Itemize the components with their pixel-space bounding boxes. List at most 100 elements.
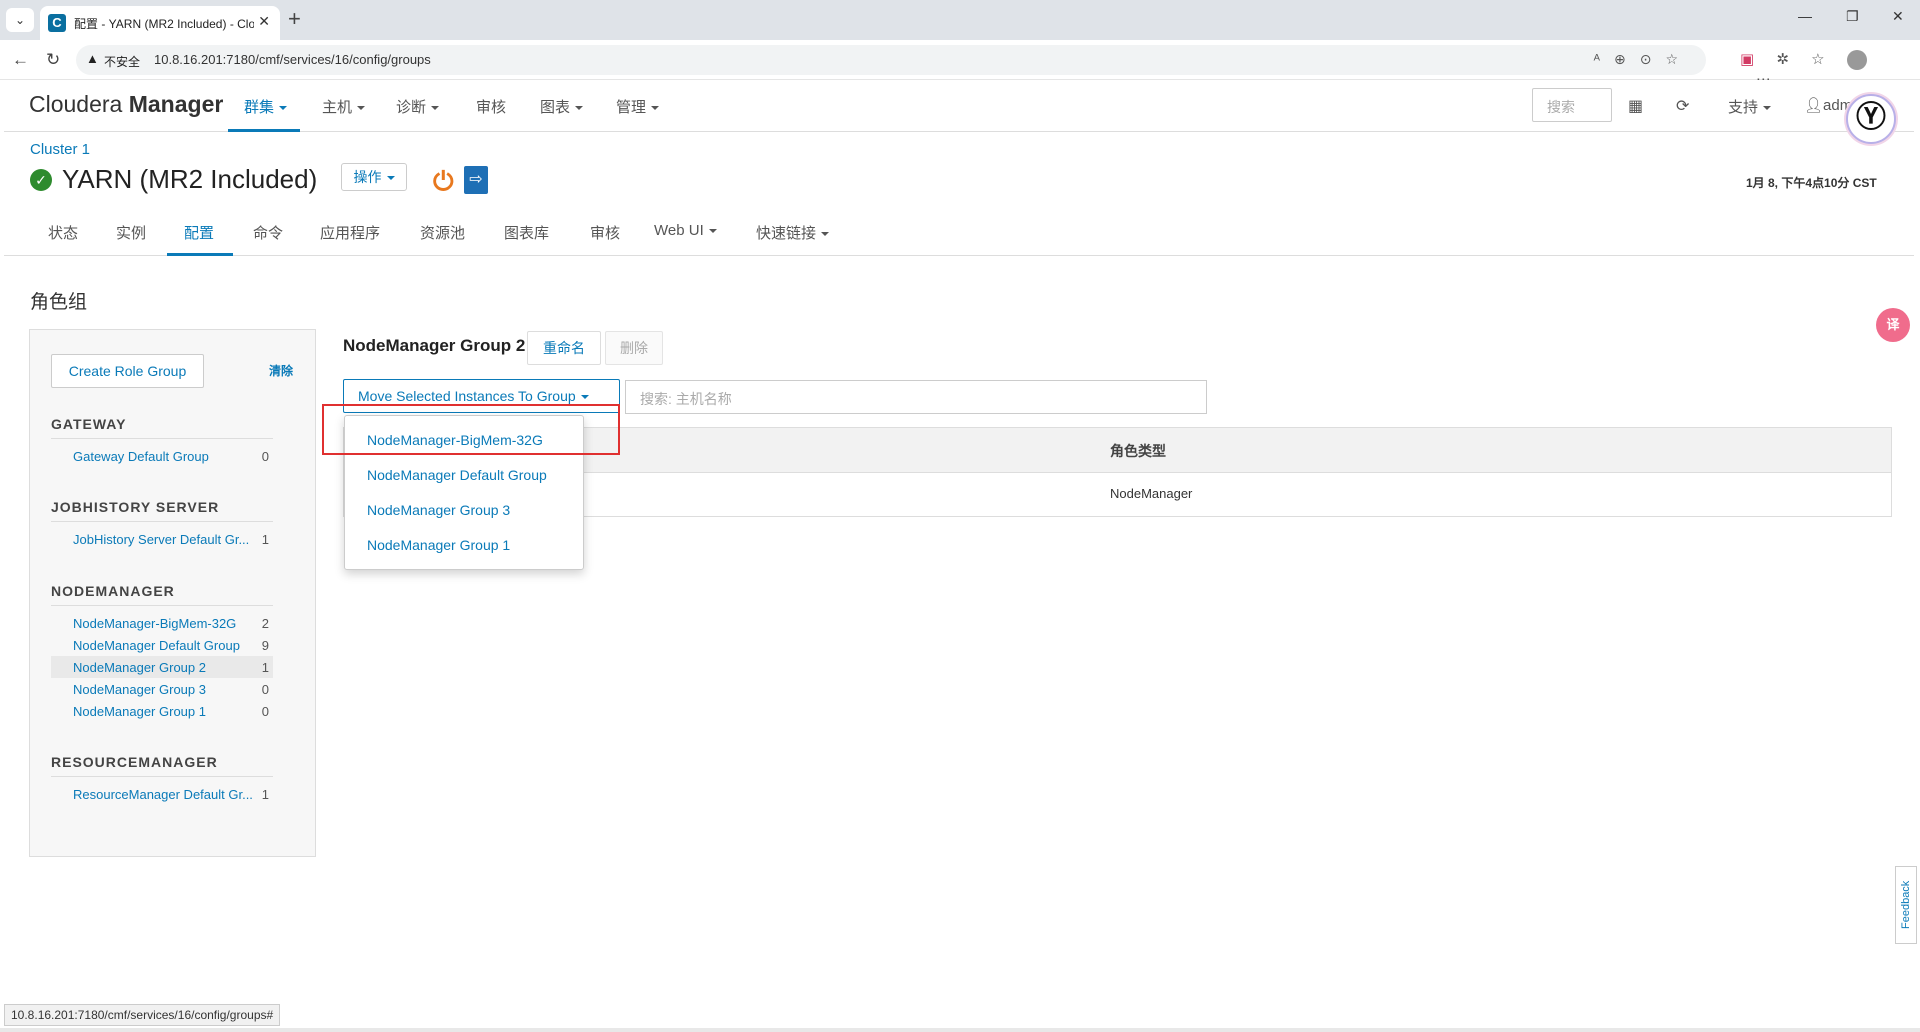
browser-tab-bar: ⌄ C 配置 - YARN (MR2 Included) - Clou ✕ + … [0, 0, 1920, 40]
timestamp[interactable]: 1月 8, 下午4点10分 CST [1746, 174, 1877, 191]
section-resourcemanager: RESOURCEMANAGER ResourceManager Default … [51, 754, 273, 805]
browser-tab-active[interactable]: C 配置 - YARN (MR2 Included) - Clou ✕ [40, 6, 280, 40]
favorites-icon[interactable]: ☆ [1811, 51, 1824, 68]
selected-group-title: NodeManager Group 2 [343, 336, 526, 355]
role-group-item[interactable]: NodeManager Default Group 9 [51, 634, 273, 656]
host-search-input[interactable]: 搜索: 主机名称 [625, 380, 1207, 414]
assistant-bubble-icon[interactable]: Ⓨ [1846, 94, 1896, 144]
translate-extension-icon[interactable]: ▣ [1740, 51, 1754, 68]
section-title: GATEWAY [51, 416, 273, 439]
role-group-item[interactable]: Gateway Default Group 0 [51, 445, 273, 467]
rename-button[interactable]: 重命名 [527, 331, 601, 365]
url-text[interactable]: 10.8.16.201:7180/cmf/services/16/config/… [154, 52, 431, 67]
caret-down-icon [821, 232, 830, 237]
section-jobhistory: JOBHISTORY SERVER JobHistory Server Defa… [51, 499, 273, 550]
warning-icon: ▲ [86, 51, 99, 66]
back-icon[interactable]: ← [12, 50, 29, 70]
role-group-item[interactable]: ResourceManager Default Gr... 1 [51, 783, 273, 805]
caret-down-icon [279, 106, 288, 111]
clear-link[interactable]: 清除 [269, 362, 293, 379]
status-ok-icon: ✓ [30, 169, 52, 191]
minimize-icon[interactable]: — [1798, 8, 1812, 24]
page-title: YARN (MR2 Included) [62, 164, 318, 194]
service-tabs: 状态 实例 配置 命令 应用程序 资源池 图表库 审核 Web UI 快速链接 [4, 210, 1914, 256]
tab-instances[interactable]: 实例 [116, 222, 146, 243]
caret-down-icon [651, 106, 660, 111]
section-title: RESOURCEMANAGER [51, 754, 273, 777]
reload-icon[interactable]: ↻ [46, 50, 60, 70]
dropdown-option[interactable]: NodeManager Group 3 [367, 502, 510, 518]
tab-active-indicator [167, 253, 233, 256]
omnibox[interactable]: ▲ 不安全 10.8.16.201:7180/cmf/services/16/c… [76, 45, 1706, 75]
dropdown-option[interactable]: NodeManager Group 1 [367, 537, 510, 553]
role-group-item[interactable]: NodeManager Group 3 0 [51, 678, 273, 700]
support-menu[interactable]: 支持 [1728, 96, 1772, 117]
profile-avatar[interactable] [1846, 50, 1867, 71]
section-gateway: GATEWAY Gateway Default Group 0 [51, 416, 273, 467]
power-icon[interactable]: ⏻ [433, 166, 454, 198]
actions-button[interactable]: 操作 [341, 163, 407, 191]
caret-down-icon [1763, 106, 1772, 111]
parcel-icon[interactable]: ▦ [1628, 96, 1643, 116]
section-title: JOBHISTORY SERVER [51, 499, 273, 522]
tab-commands[interactable]: 命令 [253, 222, 283, 243]
app-header: Cloudera Manager 群集 主机 诊断 审核 图表 管理 搜索 ▦ … [4, 80, 1914, 144]
tab-web-ui[interactable]: Web UI [654, 222, 717, 239]
tab-resource-pools[interactable]: 资源池 [420, 222, 465, 243]
cloudera-favicon-icon: C [48, 14, 66, 32]
dropdown-option[interactable]: NodeManager Default Group [367, 467, 547, 483]
tab-status[interactable]: 状态 [48, 222, 78, 243]
nav-charts[interactable]: 图表 [540, 96, 584, 117]
column-header-role-type[interactable]: 角色类型 [1110, 441, 1166, 461]
role-groups-panel: Create Role Group 清除 GATEWAY Gateway Def… [29, 329, 316, 857]
section-title: NODEMANAGER [51, 583, 273, 606]
translate-float-icon[interactable]: 译 [1876, 308, 1910, 342]
tab-audits[interactable]: 审核 [590, 222, 620, 243]
caret-down-icon [580, 395, 589, 400]
insecure-label: 不安全 [104, 55, 141, 69]
extensions-icon[interactable]: ✲ [1776, 51, 1789, 68]
caret-down-icon [357, 106, 366, 111]
global-search-input[interactable]: 搜索 [1532, 88, 1612, 122]
caret-down-icon [708, 229, 717, 234]
role-groups-heading: 角色组 [30, 292, 88, 313]
tab-configuration[interactable]: 配置 [184, 222, 214, 243]
caret-down-icon [575, 106, 584, 111]
browser-address-bar: ← ↻ ▲ 不安全 10.8.16.201:7180/cmf/services/… [0, 40, 1920, 88]
tab-quick-links[interactable]: 快速链接 [756, 222, 830, 243]
create-role-group-button[interactable]: Create Role Group [51, 354, 204, 388]
role-group-item[interactable]: JobHistory Server Default Gr... 1 [51, 528, 273, 550]
omnibox-action-icons[interactable]: ᴬ⊕⊙☆ [1594, 51, 1692, 68]
feedback-tab[interactable]: Feedback [1895, 866, 1917, 944]
caret-down-icon [431, 106, 440, 111]
role-group-item[interactable]: NodeManager-BigMem-32G 2 [51, 612, 273, 634]
annotation-highlight-box [322, 404, 620, 455]
nav-administration[interactable]: 管理 [616, 96, 660, 117]
new-tab-icon[interactable]: + [288, 6, 301, 32]
status-bar-url: 10.8.16.201:7180/cmf/services/16/config/… [4, 1004, 281, 1026]
role-group-item-selected[interactable]: NodeManager Group 2 1 [51, 656, 273, 678]
nav-active-indicator [228, 129, 300, 132]
caret-down-icon [386, 176, 395, 181]
table-cell-role-type: NodeManager [1110, 486, 1193, 501]
tab-applications[interactable]: 应用程序 [320, 222, 380, 243]
role-group-item[interactable]: NodeManager Group 1 0 [51, 700, 273, 722]
tab-close-icon[interactable]: ✕ [258, 13, 270, 30]
tab-title: 配置 - YARN (MR2 Included) - Clou [74, 17, 254, 31]
cloudera-manager-logo[interactable]: Cloudera Manager [29, 91, 223, 118]
section-nodemanager: NODEMANAGER NodeManager-BigMem-32G 2 Nod… [51, 583, 273, 722]
running-commands-icon[interactable]: ⟳ [1676, 96, 1689, 116]
breadcrumb-cluster[interactable]: Cluster 1 [30, 141, 90, 158]
tab-search-button[interactable]: ⌄ [6, 8, 34, 32]
nav-diagnostics[interactable]: 诊断 [396, 96, 440, 117]
nav-audits[interactable]: 审核 [476, 96, 506, 117]
tab-chart-library[interactable]: 图表库 [504, 222, 549, 243]
user-icon: 👤︎ [1804, 97, 1824, 114]
bottom-border [0, 1028, 1920, 1032]
export-icon[interactable]: ⇨ [464, 166, 488, 194]
delete-button[interactable]: 删除 [605, 331, 663, 365]
nav-hosts[interactable]: 主机 [322, 96, 366, 117]
restore-icon[interactable]: ❐ [1846, 8, 1859, 25]
nav-clusters[interactable]: 群集 [244, 96, 288, 117]
window-close-icon[interactable]: ✕ [1892, 8, 1904, 25]
